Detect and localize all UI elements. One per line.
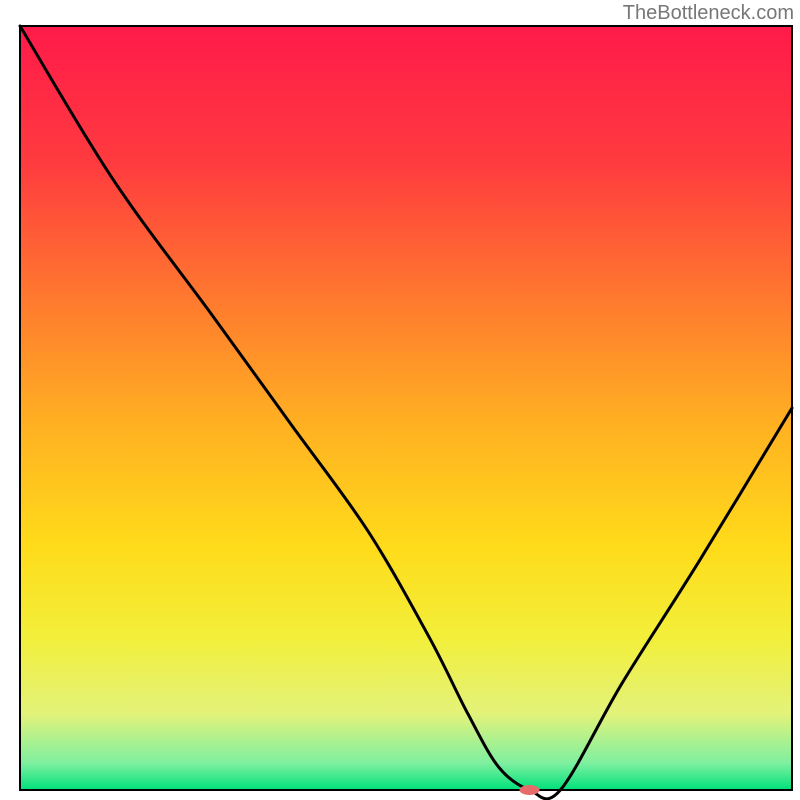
chart-container: TheBottleneck.com	[0, 0, 800, 800]
plot-area	[20, 26, 792, 799]
bottleneck-chart	[0, 0, 800, 800]
optimal-point-marker	[520, 785, 540, 795]
plot-background	[20, 26, 792, 790]
watermark-text: TheBottleneck.com	[623, 2, 794, 25]
